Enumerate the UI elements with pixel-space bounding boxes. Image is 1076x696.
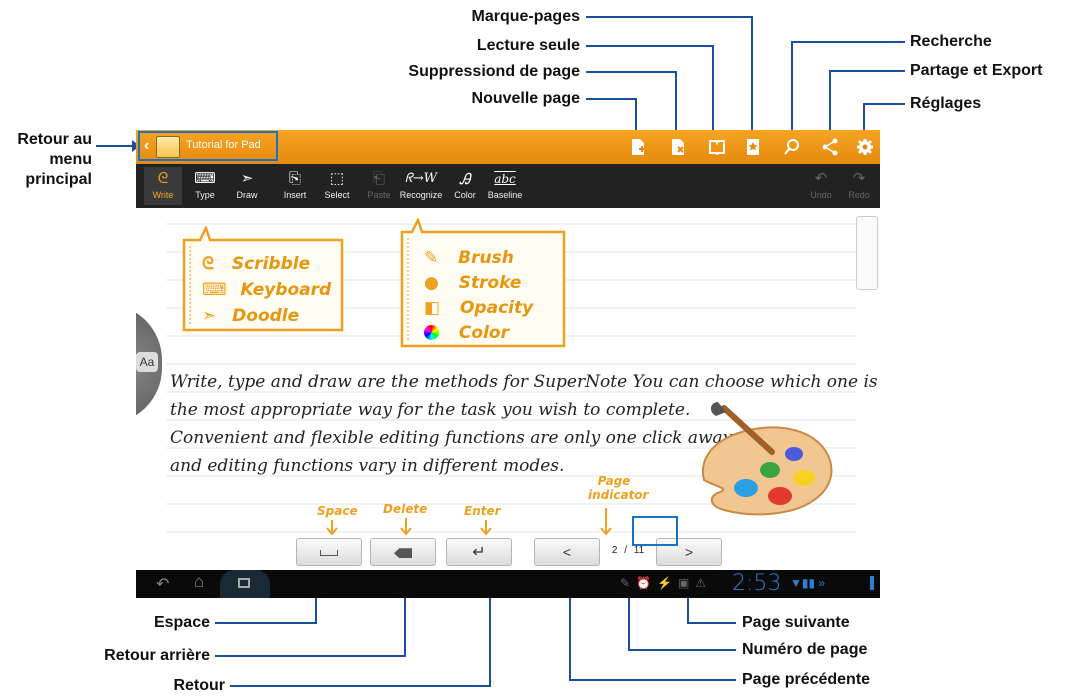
tablet-screen: ‹ Tutorial for Pad ᘓ Write ⌨ Type ➣ Draw ⎘ I… (136, 130, 880, 598)
backspace-key[interactable] (370, 538, 436, 566)
home-icon[interactable]: ⌂ (194, 572, 204, 592)
enter-icon: ↵ (472, 544, 486, 561)
callout-numero-page: Numéro de page (742, 641, 868, 658)
select-button[interactable]: ⬚ Select (318, 167, 356, 205)
baseline-icon: abc (494, 172, 516, 186)
paste-icon: ⎗ (372, 170, 385, 187)
recognize-button[interactable]: ᖇ→W Recognize (398, 167, 444, 205)
delete-page-icon[interactable] (670, 138, 686, 156)
callout-suppression: Suppressiond de page (408, 63, 580, 80)
redo-button[interactable]: ↷ Redo (840, 167, 878, 205)
back-icon[interactable]: ↶ (156, 574, 169, 594)
clock: 2:53 (732, 571, 782, 596)
write-button[interactable]: ᘓ Write (144, 167, 182, 205)
callout-retour: Retour (173, 677, 225, 694)
share-icon[interactable] (822, 138, 838, 156)
bookmark-icon[interactable] (746, 138, 760, 156)
pen-color-icon: Ꭿ (459, 170, 471, 188)
callout-page-suivante: Page suivante (742, 614, 850, 631)
enter-key[interactable]: ↵ (446, 538, 512, 566)
redo-icon: ↷ (852, 170, 866, 187)
system-navbar: ↶ ⌂ ✎⏰⚡▣⚠ 2:53 ▼▮▮ » (136, 570, 880, 598)
read-only-icon[interactable] (708, 139, 726, 155)
undo-icon: ↶ (814, 170, 828, 187)
edit-toolbar: ᘓ Write ⌨ Type ➣ Draw ⎘ Insert ⬚ Select ⎗ Past… (136, 164, 880, 208)
space-key[interactable] (296, 538, 362, 566)
prev-page-button[interactable]: < (534, 538, 600, 566)
insert-icon: ⎘ (288, 170, 301, 187)
page-indicator-highlight (632, 516, 678, 546)
keyboard-icon: ⌨ (194, 170, 216, 187)
space-icon (320, 550, 338, 557)
paste-button[interactable]: ⎗ Paste (360, 167, 398, 205)
callout-back-to-menu: Retour au menu principal (17, 131, 92, 188)
type-button[interactable]: ⌨ Type (186, 167, 224, 205)
gear-icon[interactable] (856, 138, 874, 156)
callout-marque-pages: Marque-pages (471, 8, 580, 25)
notebook-title: Tutorial for Pad (186, 139, 261, 151)
baseline-button[interactable]: abc Baseline (482, 167, 528, 205)
notification-icons: ✎⏰⚡▣⚠ (620, 576, 713, 590)
back-to-menu-button[interactable]: ‹ Tutorial for Pad (138, 131, 278, 161)
doodle-icon: ➣ (240, 170, 254, 187)
key-label-arrows (326, 508, 612, 536)
recognize-icon: ᖇ→W (405, 171, 437, 186)
callout-page-precedente: Page précédente (742, 671, 871, 688)
color-button[interactable]: Ꭿ Color (446, 167, 484, 205)
new-page-icon[interactable] (630, 138, 646, 156)
notebook-icon (156, 136, 180, 158)
note-page[interactable]: Aa ᘓ Scribble ⌨ Keyboard ➣ Doodle ✎ Brus… (136, 208, 880, 570)
chevron-left-icon: ‹ (144, 137, 150, 154)
draw-button[interactable]: ➣ Draw (228, 167, 266, 205)
select-icon: ⬚ (329, 170, 345, 187)
status-icons: ▼▮▮ » (790, 576, 826, 590)
callout-lecture-seule: Lecture seule (476, 37, 580, 54)
callout-reglages: Réglages (910, 95, 982, 112)
scribble-icon: ᘓ (157, 170, 169, 187)
callout-partage: Partage et Export (910, 62, 1043, 79)
callout-espace: Espace (153, 614, 210, 631)
search-icon[interactable] (784, 138, 800, 156)
recent-apps-icon[interactable] (220, 570, 270, 598)
battery-icon (870, 576, 874, 590)
action-bar: ‹ Tutorial for Pad (136, 130, 880, 164)
undo-button[interactable]: ↶ Undo (802, 167, 840, 205)
callout-nouvelle-page: Nouvelle page (471, 90, 580, 107)
callout-recherche: Recherche (910, 33, 992, 50)
backspace-icon (394, 548, 412, 559)
insert-button[interactable]: ⎘ Insert (276, 167, 314, 205)
callout-retour-arriere: Retour arrière (104, 647, 210, 664)
